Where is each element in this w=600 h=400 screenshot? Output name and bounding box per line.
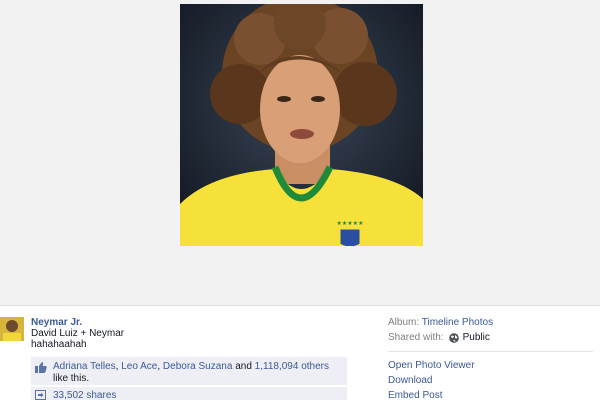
photo-sidebar: Album: Timeline Photos Shared with: Publ…	[388, 307, 593, 400]
open-photo-viewer-link[interactable]: Open Photo Viewer	[388, 360, 475, 371]
avatar[interactable]	[0, 317, 24, 341]
post-caption-line-1: David Luiz + Neymar	[31, 328, 125, 339]
likes-separator-3: and	[232, 361, 255, 372]
likes-text: Adriana Telles, Leo Ace, Debora Suzana a…	[53, 361, 343, 385]
author-name-link[interactable]: Neymar Jr.	[31, 317, 82, 328]
album-row: Album: Timeline Photos	[388, 317, 493, 328]
album-name-link[interactable]: Timeline Photos	[422, 317, 493, 328]
shares-summary: 33,502 shares	[31, 387, 347, 400]
download-link[interactable]: Download	[388, 375, 432, 386]
shared-with-label: Shared with:	[388, 332, 444, 343]
likes-summary: Adriana Telles, Leo Ace, Debora Suzana a…	[31, 357, 347, 385]
share-icon	[35, 390, 46, 400]
liker-name-2[interactable]: Leo Ace	[121, 361, 157, 372]
likes-suffix: like this.	[53, 373, 90, 384]
post-photo[interactable]: ★★★★★	[180, 4, 423, 246]
liker-name-3[interactable]: Debora Suzana	[163, 361, 233, 372]
avatar-image	[0, 317, 24, 341]
post-caption-line-2: hahahaahah	[31, 339, 87, 350]
likes-others-link[interactable]: 1,118,094 others	[255, 361, 329, 372]
globe-icon[interactable]	[448, 332, 459, 343]
embed-post-link[interactable]: Embed Post	[388, 390, 442, 400]
sidebar-divider	[388, 351, 593, 352]
album-label: Album:	[388, 317, 420, 328]
svg-text:★★★★★: ★★★★★	[337, 220, 364, 227]
photo-stage: ★★★★★	[0, 0, 600, 306]
audience-row: Shared with: Public	[388, 332, 490, 343]
shares-count-link[interactable]: 33,502 shares	[53, 390, 116, 400]
audience-value: Public	[462, 332, 490, 343]
thumbs-up-icon[interactable]	[35, 362, 47, 373]
post-info-panel: Neymar Jr. David Luiz + Neymar hahahaaha…	[0, 307, 600, 400]
photo-image: ★★★★★	[180, 4, 423, 246]
liker-name-1[interactable]: Adriana Telles	[53, 361, 116, 372]
